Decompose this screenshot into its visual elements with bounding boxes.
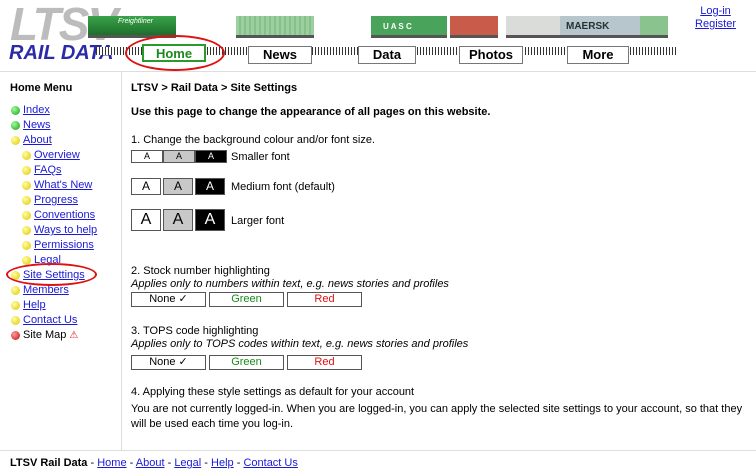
page-intro: Use this page to change the appearance o… (131, 106, 491, 118)
footer-links: LTSV Rail Data - Home - About - Legal - … (10, 457, 298, 469)
wagon-label: Freightliner (118, 18, 154, 25)
sidebar-item-site-map[interactable]: Site Map ⚠ (11, 329, 78, 341)
breadcrumb: LTSV > Rail Data > Site Settings (131, 82, 298, 94)
green-dot-icon (11, 105, 20, 115)
footer-link-legal[interactable]: Legal (174, 457, 201, 469)
tops-highlight-green-button[interactable]: Green (209, 355, 284, 370)
sidebar-item-label[interactable]: Overview (34, 149, 80, 161)
yellow-dot-icon (22, 210, 31, 220)
section-tops-title: 3. TOPS code highlighting (131, 325, 259, 337)
section-stock-note: Applies only to numbers within text, e.g… (131, 278, 449, 290)
sidebar-item-label[interactable]: FAQs (34, 164, 62, 176)
font-large-label: Larger font (231, 215, 285, 227)
container-wagon (236, 16, 314, 38)
nav-tab-news[interactable]: News (248, 46, 312, 64)
sidebar-item-label[interactable]: News (23, 119, 51, 131)
tops-highlight-red-button[interactable]: Red (287, 355, 362, 370)
sidebar-item-label[interactable]: Progress (34, 194, 78, 206)
font-small-label: Smaller font (231, 151, 290, 163)
font-large-white-button[interactable]: A (131, 209, 161, 231)
section-stock-title: 2. Stock number highlighting (131, 265, 270, 277)
sidebar-item-progress[interactable]: Progress (22, 194, 78, 206)
main-content: LTSV > Rail Data > Site Settings Use thi… (123, 72, 756, 450)
font-small-white-button[interactable]: A (131, 150, 163, 163)
sidebar-item-ways-to-help[interactable]: Ways to help (22, 224, 97, 236)
container-wagon (450, 16, 498, 38)
container-wagon: U A S C (371, 16, 447, 38)
sidebar-item-about[interactable]: About (11, 134, 52, 146)
warning-icon: ⚠ (69, 329, 79, 341)
container-wagon (640, 16, 668, 38)
stock-highlight-green-button[interactable]: Green (209, 292, 284, 307)
sidebar-item-what-s-new[interactable]: What's New (22, 179, 92, 191)
section-account-title: 4. Applying these style settings as defa… (131, 386, 415, 398)
font-medium-label: Medium font (default) (231, 181, 335, 193)
sidebar-item-members[interactable]: Members (11, 284, 69, 296)
sidebar-item-label[interactable]: Help (23, 299, 46, 311)
sidebar-item-help[interactable]: Help (11, 299, 46, 311)
register-link[interactable]: Register (695, 18, 736, 31)
footer-link-contact[interactable]: Contact Us (243, 457, 297, 469)
section-font-title: 1. Change the background colour and/or f… (131, 134, 375, 146)
section-tops-note: Applies only to TOPS codes within text, … (131, 338, 469, 350)
sidebar-item-label[interactable]: Index (23, 104, 50, 116)
yellow-dot-icon (11, 315, 20, 325)
sidebar-item-label[interactable]: What's New (34, 179, 92, 191)
font-medium-white-button[interactable]: A (131, 178, 161, 195)
yellow-dot-icon (22, 225, 31, 235)
sidebar-item-label[interactable]: About (23, 134, 52, 146)
nav-tab-data[interactable]: Data (358, 46, 416, 64)
font-small-grey-button[interactable]: A (163, 150, 195, 163)
sidebar-item-label[interactable]: Permissions (34, 239, 94, 251)
yellow-dot-icon (22, 150, 31, 160)
yellow-dot-icon (22, 255, 31, 265)
yellow-dot-icon (22, 180, 31, 190)
section-account-text: You are not currently logged-in. When yo… (131, 403, 743, 430)
sidebar-item-label[interactable]: Site Map (23, 329, 66, 341)
stock-highlight-red-button[interactable]: Red (287, 292, 362, 307)
sidebar-item-overview[interactable]: Overview (22, 149, 80, 161)
sidebar-item-news[interactable]: News (11, 119, 51, 131)
footer-brand: LTSV Rail Data (10, 457, 88, 469)
site-settings-highlight-oval (6, 263, 97, 286)
yellow-dot-icon (11, 300, 20, 310)
font-small-black-button[interactable]: A (195, 150, 227, 163)
stock-highlight-none-button[interactable]: None ✓ (131, 292, 206, 307)
container-wagon: MAERSK (560, 16, 640, 38)
red-dot-icon (11, 330, 20, 340)
sidebar-item-faqs[interactable]: FAQs (22, 164, 62, 176)
yellow-dot-icon (22, 195, 31, 205)
sidebar-item-index[interactable]: Index (11, 104, 50, 116)
nav-tab-more[interactable]: More (567, 46, 629, 64)
footer-link-help[interactable]: Help (211, 457, 234, 469)
sidebar-item-contact-us[interactable]: Contact Us (11, 314, 77, 326)
nav-tab-photos[interactable]: Photos (459, 46, 523, 64)
wagon-label: MAERSK (566, 21, 610, 32)
login-link[interactable]: Log-in (695, 5, 736, 18)
sidebar-title: Home Menu (10, 82, 73, 94)
sidebar-item-conventions[interactable]: Conventions (22, 209, 95, 221)
font-medium-black-button[interactable]: A (195, 178, 225, 195)
container-wagon (506, 16, 568, 38)
font-large-black-button[interactable]: A (195, 209, 225, 231)
yellow-dot-icon (22, 240, 31, 250)
sidebar-item-label[interactable]: Conventions (34, 209, 95, 221)
yellow-dot-icon (11, 285, 20, 295)
font-medium-grey-button[interactable]: A (163, 178, 193, 195)
site-header: LTSV RAIL DATA Freightliner U A S C MAER… (0, 0, 756, 72)
site-footer: LTSV Rail Data - Home - About - Legal - … (0, 450, 756, 476)
sidebar-item-label[interactable]: Ways to help (34, 224, 97, 236)
account-links: Log-in Register (695, 5, 736, 31)
home-highlight-oval (125, 35, 225, 71)
tops-highlight-none-button[interactable]: None ✓ (131, 355, 206, 370)
footer-link-home[interactable]: Home (97, 457, 126, 469)
font-large-grey-button[interactable]: A (163, 209, 193, 231)
wagon-label: U A S C (383, 22, 412, 31)
sidebar-item-permissions[interactable]: Permissions (22, 239, 94, 251)
sidebar-item-label[interactable]: Contact Us (23, 314, 77, 326)
yellow-dot-icon (22, 165, 31, 175)
footer-link-about[interactable]: About (136, 457, 165, 469)
green-dot-icon (11, 120, 20, 130)
yellow-dot-icon (11, 135, 20, 145)
